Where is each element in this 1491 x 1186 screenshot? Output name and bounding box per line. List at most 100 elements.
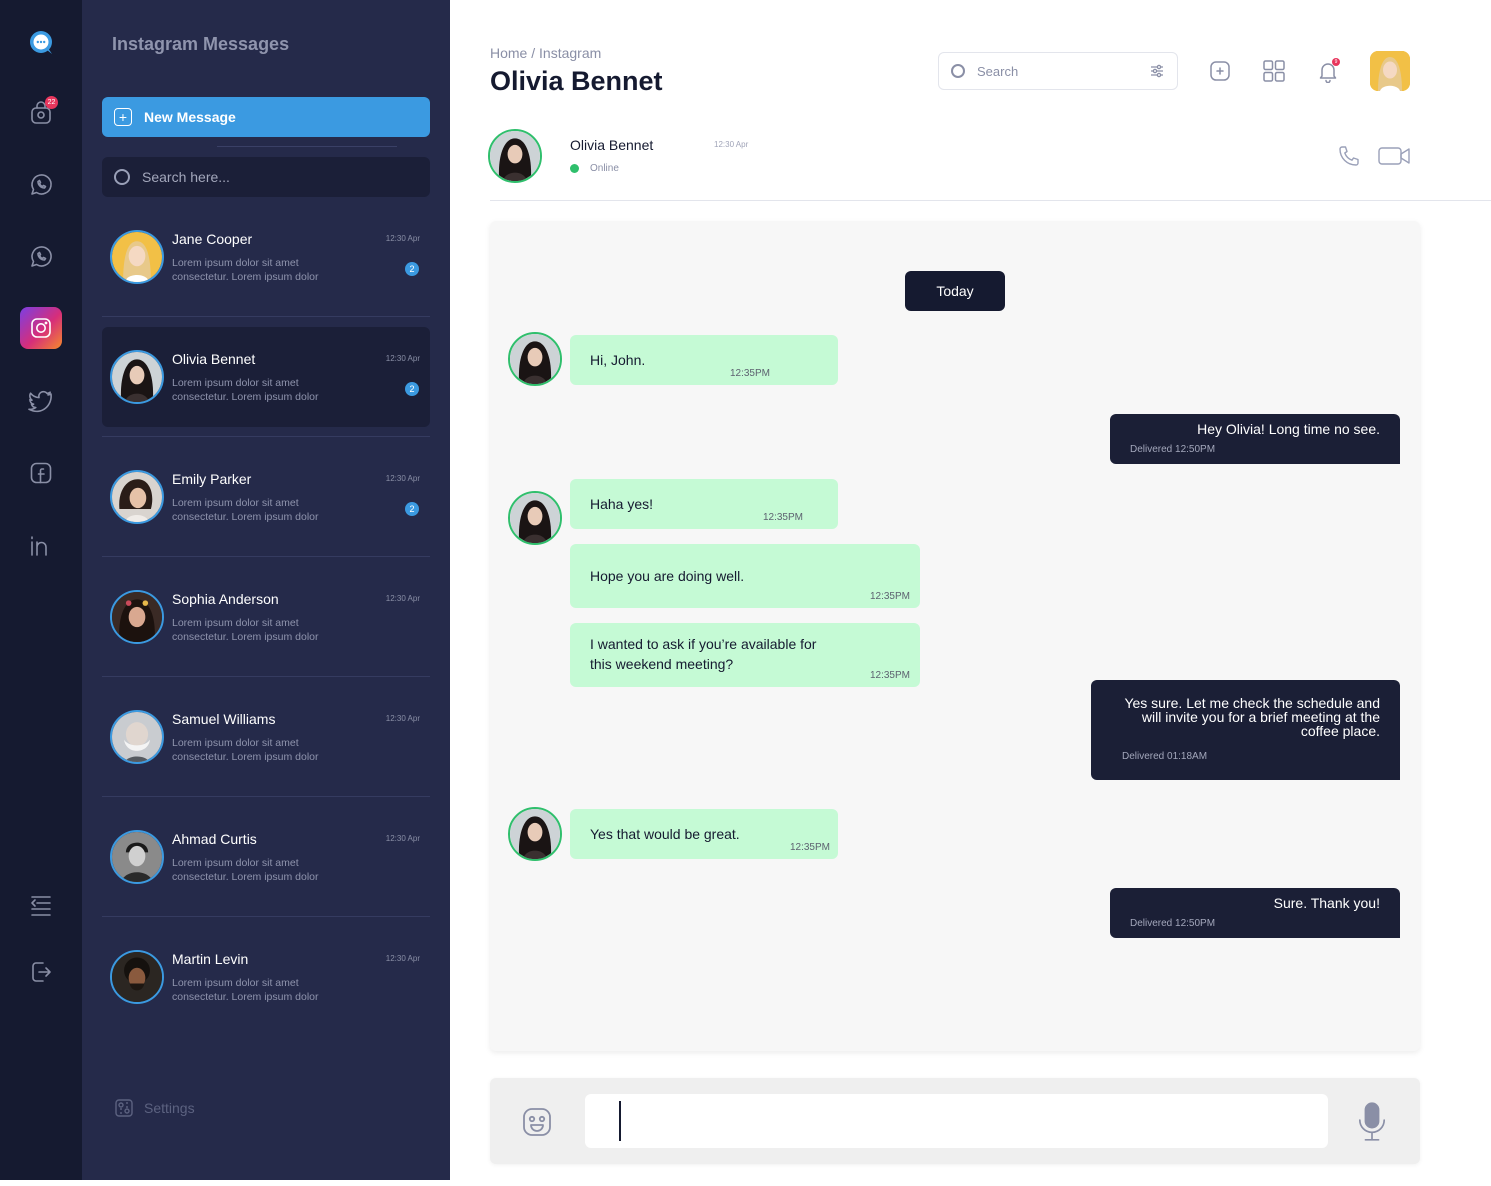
outgoing-message[interactable]: Sure. Thank you! Delivered 12:50PM [1110, 888, 1400, 938]
settings-link[interactable]: Settings [115, 1099, 195, 1117]
conversation-name: Samuel Williams [172, 711, 276, 727]
emoji-icon[interactable] [520, 1105, 554, 1139]
message-text: Sure. Thank you! [1273, 895, 1380, 911]
message-text: I wanted to ask if you’re available for … [590, 636, 817, 672]
chat-contact-name: Olivia Bennet [570, 137, 654, 153]
logout-icon[interactable] [20, 951, 62, 993]
incoming-message[interactable]: Yes that would be great. 12:35PM [570, 809, 838, 859]
conversation-preview: Lorem ipsum dolor sit amet consectetur. … [172, 737, 319, 763]
date-separator: Today [905, 271, 1005, 311]
user-avatar[interactable] [1370, 51, 1410, 91]
new-message-label: New Message [144, 109, 236, 125]
video-call-icon[interactable] [1378, 142, 1410, 170]
conversation-name: Sophia Anderson [172, 591, 279, 607]
sidebar-title: Instagram Messages [112, 34, 290, 54]
outgoing-message[interactable]: Yes sure. Let me check the schedule and … [1091, 680, 1400, 780]
divider [490, 200, 1491, 201]
twitter-icon[interactable] [20, 380, 62, 422]
conversation-item-jane-cooper[interactable]: Jane Cooper 12:30 Apr Lorem ipsum dolor … [102, 207, 430, 307]
chat-message-panel[interactable]: Today Hi, John. 12:35PM Hey Olivia! Long… [490, 221, 1420, 1051]
message-text: Haha yes! [590, 496, 654, 512]
linkedin-icon[interactable] [20, 524, 62, 566]
avatar [110, 590, 164, 644]
shopping-bag-icon[interactable]: 22 [20, 92, 62, 134]
incoming-message[interactable]: Hi, John. 12:35PM [570, 335, 838, 385]
microphone-icon[interactable] [1356, 1100, 1388, 1144]
app-icon-rail: 22 [0, 0, 82, 1180]
page-title: Olivia Bennet [490, 66, 663, 96]
conversation-time: 12:30 Apr [385, 474, 420, 483]
facebook-icon[interactable] [20, 452, 62, 494]
new-message-button[interactable]: + New Message [102, 97, 430, 137]
phone-call-icon[interactable] [1334, 142, 1364, 170]
top-search-input[interactable] [977, 63, 1137, 79]
divider [102, 916, 430, 917]
conversation-item-samuel-williams[interactable]: Samuel Williams 12:30 Apr Lorem ipsum do… [102, 687, 430, 787]
menu-collapse-icon[interactable] [20, 885, 62, 927]
avatar [110, 470, 164, 524]
message-avatar [508, 332, 562, 386]
instagram-icon[interactable] [20, 307, 62, 349]
message-status: Delivered 12:50PM [1130, 444, 1216, 455]
message-input[interactable] [585, 1094, 1328, 1148]
chat-contact-time: 12:30 Apr [714, 140, 749, 149]
bell-icon[interactable]: 9 [1312, 55, 1344, 87]
app-root: 22 Instagram Messages + New Message Sear… [0, 0, 1491, 1186]
conversation-time: 12:30 Apr [385, 954, 420, 963]
add-square-icon[interactable] [1204, 55, 1236, 87]
conversation-name: Ahmad Curtis [172, 831, 257, 847]
phone-chat-icon[interactable] [20, 236, 62, 278]
conversation-item-ahmad-curtis[interactable]: Ahmad Curtis 12:30 Apr Lorem ipsum dolor… [102, 807, 430, 907]
conversation-item-emily-parker[interactable]: Emily Parker 12:30 Apr Lorem ipsum dolor… [102, 447, 430, 547]
divider [102, 316, 430, 317]
conversation-search-input[interactable] [142, 169, 402, 185]
conversation-item-martin-levin[interactable]: Martin Levin 12:30 Apr Lorem ipsum dolor… [102, 927, 430, 1027]
message-text: Hi, John. [590, 352, 646, 368]
message-text: Hope you are doing well. [590, 568, 745, 584]
breadcrumb[interactable]: Home / Instagram [490, 45, 601, 61]
divider [102, 796, 430, 797]
whatsapp-icon[interactable] [20, 164, 62, 206]
conversation-sidebar: Instagram Messages + New Message Jane Co… [82, 0, 450, 1180]
divider [217, 146, 397, 147]
unread-badge: 2 [405, 262, 419, 276]
conversation-item-olivia-bennet[interactable]: Olivia Bennet 12:30 Apr Lorem ipsum dolo… [102, 327, 430, 427]
conversation-time: 12:30 Apr [385, 834, 420, 843]
conversation-name: Emily Parker [172, 471, 252, 487]
conversation-preview: Lorem ipsum dolor sit amet consectetur. … [172, 497, 319, 523]
conversation-time: 12:30 Apr [385, 354, 420, 363]
message-text: Hey Olivia! Long time no see. [1197, 421, 1380, 437]
filter-sliders-icon[interactable] [1149, 63, 1165, 79]
status-text: Online [590, 163, 619, 174]
chat-contact-avatar[interactable] [488, 129, 542, 183]
conversation-item-sophia-anderson[interactable]: Sophia Anderson 12:30 Apr Lorem ipsum do… [102, 567, 430, 667]
conversation-name: Olivia Bennet [172, 351, 256, 367]
avatar [110, 950, 164, 1004]
search-icon [114, 169, 130, 185]
incoming-message[interactable]: Haha yes! 12:35PM [570, 479, 838, 529]
conversation-time: 12:30 Apr [385, 234, 420, 243]
message-text: Yes that would be great. [590, 826, 740, 842]
search-icon [951, 64, 965, 78]
conversation-name: Martin Levin [172, 951, 249, 967]
message-status: Delivered 12:50PM [1130, 918, 1216, 929]
outgoing-message[interactable]: Hey Olivia! Long time no see. Delivered … [1110, 414, 1400, 464]
conversation-preview: Lorem ipsum dolor sit amet consectetur. … [172, 377, 319, 403]
plus-icon: + [114, 108, 132, 126]
conversation-preview: Lorem ipsum dolor sit amet consectetur. … [172, 857, 319, 883]
message-avatar [508, 807, 562, 861]
divider [102, 676, 430, 677]
chat-logo-icon[interactable] [20, 22, 62, 64]
grid-icon[interactable] [1258, 55, 1290, 87]
message-time: 12:35PM [869, 591, 910, 602]
message-time: 12:35PM [869, 670, 910, 681]
conversation-search [102, 157, 430, 197]
avatar [110, 830, 164, 884]
conversation-preview: Lorem ipsum dolor sit amet consectetur. … [172, 617, 319, 643]
conversation-time: 12:30 Apr [385, 594, 420, 603]
notification-badge: 9 [1332, 58, 1340, 66]
message-status: Delivered 01:18AM [1122, 751, 1208, 762]
conversation-preview: Lorem ipsum dolor sit amet consectetur. … [172, 257, 319, 283]
incoming-message[interactable]: Hope you are doing well. 12:35PM [570, 544, 920, 608]
incoming-message[interactable]: I wanted to ask if you’re available for … [570, 623, 920, 687]
